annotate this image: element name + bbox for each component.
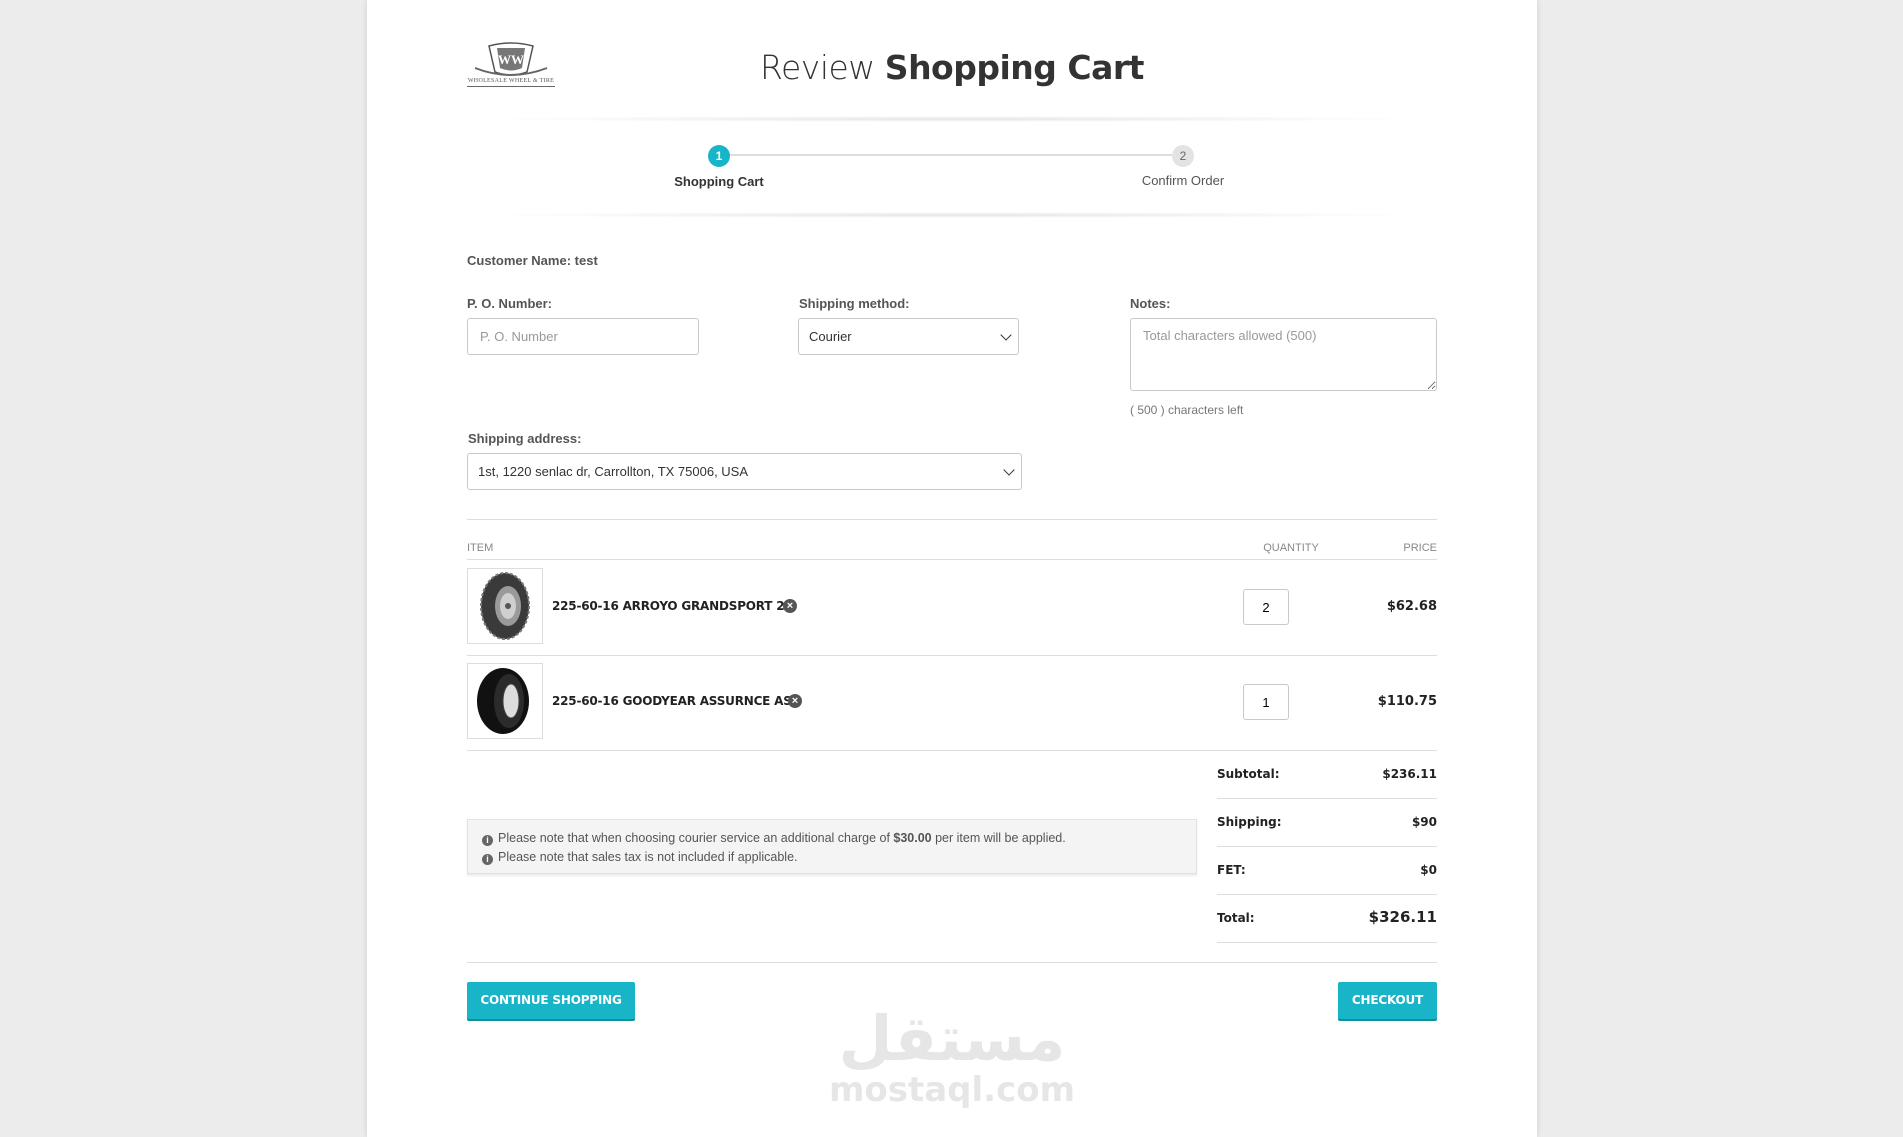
subtotal-value: $236.11 <box>1382 767 1437 781</box>
section-divider <box>467 519 1437 520</box>
step-1-label[interactable]: Shopping Cart <box>619 174 819 189</box>
courier-notice-suffix: per item will be applied. <box>931 831 1066 845</box>
notes-textarea[interactable] <box>1130 318 1437 391</box>
watermark-latin: mostaql.com <box>828 1070 1076 1110</box>
step-2-label[interactable]: Confirm Order <box>1083 173 1283 188</box>
column-header-price: PRICE <box>1403 542 1437 554</box>
shipping-value: $90 <box>1411 815 1437 829</box>
customer-name-label: Customer Name: <box>467 253 572 268</box>
shipping-method-select[interactable]: Courier <box>798 318 1019 355</box>
tax-notice: i Please note that sales tax is not inclu… <box>482 850 798 865</box>
step-1-indicator[interactable]: 1 <box>708 145 730 167</box>
product-thumbnail[interactable] <box>467 663 543 739</box>
stepper-top-divider <box>467 116 1437 122</box>
total-label: Total: <box>1217 911 1255 925</box>
quantity-input[interactable] <box>1243 589 1289 625</box>
courier-notice-text: Please note that when choosing courier s… <box>498 831 894 845</box>
product-name[interactable]: 225-60-16 GOODYEAR ASSURNCE AS <box>552 694 792 708</box>
table-row: 225-60-16 GOODYEAR ASSURNCE AS × $110.75 <box>467 656 1437 751</box>
fet-value: $0 <box>1420 863 1437 877</box>
shipping-label: Shipping: <box>1217 815 1282 829</box>
notes-label: Notes: <box>1130 296 1171 311</box>
page-title: Review Shopping Cart <box>367 48 1537 87</box>
step-2-indicator[interactable]: 2 <box>1172 145 1194 167</box>
stepper-bottom-divider <box>467 212 1437 218</box>
shipping-address-select[interactable]: 1st, 1220 senlac dr, Carrollton, TX 7500… <box>467 453 1022 490</box>
shipping-address-value: 1st, 1220 senlac dr, Carrollton, TX 7500… <box>478 464 749 479</box>
watermark-arabic: مستقل <box>838 1002 1066 1075</box>
quantity-input[interactable] <box>1243 684 1289 720</box>
page-title-main: Shopping Cart <box>884 48 1145 87</box>
notes-characters-left: ( 500 ) characters left <box>1130 403 1244 417</box>
subtotal-label: Subtotal: <box>1217 767 1280 781</box>
totals-divider <box>1217 846 1437 847</box>
po-number-label: P. O. Number: <box>467 296 553 311</box>
remove-item-icon[interactable]: × <box>783 599 797 613</box>
product-price: $110.75 <box>1377 694 1437 709</box>
info-icon: i <box>482 854 493 865</box>
totals-divider <box>1217 894 1437 895</box>
customer-name-value: test <box>574 253 598 268</box>
total-value: $326.11 <box>1368 908 1437 926</box>
footer-divider <box>467 962 1437 963</box>
totals-divider <box>1217 798 1437 799</box>
product-thumbnail[interactable] <box>467 568 543 644</box>
table-row: 225-60-16 ARROYO GRANDSPORT 2 × $62.68 <box>467 560 1437 655</box>
fet-label: FET: <box>1217 863 1246 877</box>
tax-notice-text: Please note that sales tax is not includ… <box>498 850 798 864</box>
column-header-item: ITEM <box>467 542 494 554</box>
tire-icon <box>480 572 530 640</box>
info-icon: i <box>482 835 493 846</box>
page-title-prefix: Review <box>760 48 875 87</box>
info-notice: i Please note that when choosing courier … <box>467 819 1197 874</box>
chevron-down-icon <box>1003 464 1015 476</box>
chevron-down-icon <box>1000 329 1012 341</box>
cart-panel: WW WHOLESALE WHEEL & TIRE Review Shoppin… <box>367 0 1537 1137</box>
po-number-input[interactable] <box>467 318 699 355</box>
courier-notice: i Please note that when choosing courier … <box>482 831 1066 846</box>
remove-item-icon[interactable]: × <box>788 694 802 708</box>
product-name[interactable]: 225-60-16 ARROYO GRANDSPORT 2 <box>552 599 785 613</box>
totals-divider <box>1217 942 1437 943</box>
shipping-method-label: Shipping method: <box>799 296 910 311</box>
row-divider <box>467 750 1437 751</box>
shipping-address-label: Shipping address: <box>468 431 582 446</box>
product-price: $62.68 <box>1386 599 1437 614</box>
shipping-method-value: Courier <box>809 329 852 344</box>
stepper-line <box>719 154 1183 156</box>
customer-name: Customer Name: test <box>467 253 598 268</box>
courier-charge-amount: $30.00 <box>893 831 932 845</box>
tire-icon <box>477 668 529 734</box>
